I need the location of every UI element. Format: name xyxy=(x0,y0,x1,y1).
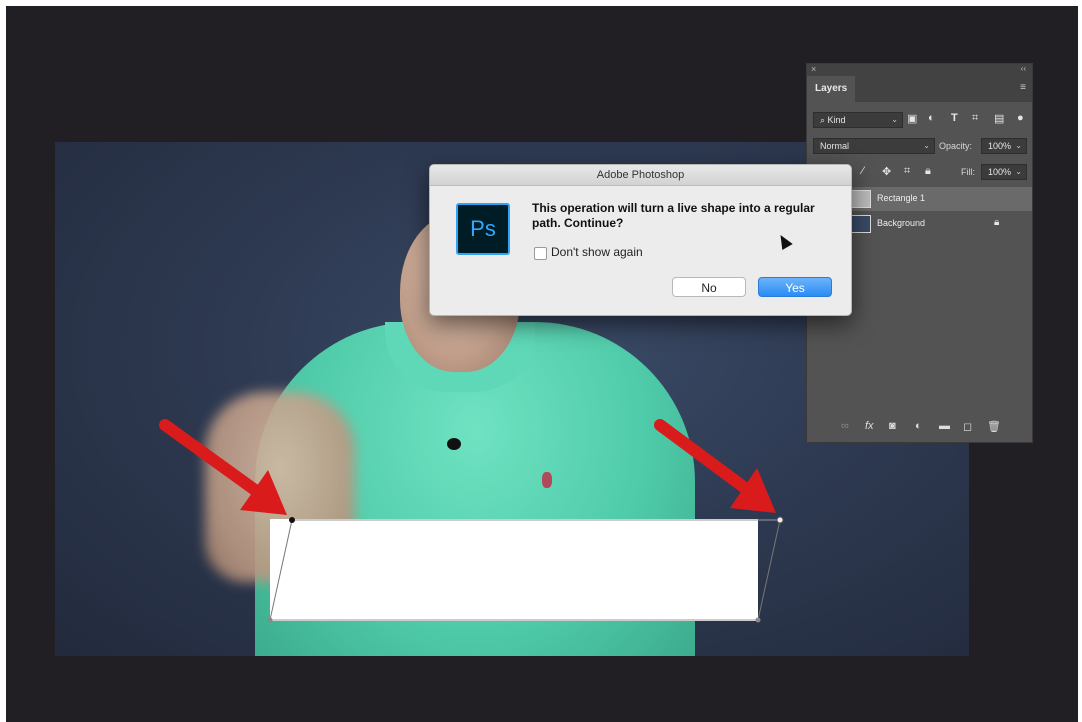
chevron-down-icon: ⌄ xyxy=(1015,167,1022,176)
pixel-filter-icon[interactable]: ▣ xyxy=(907,112,917,125)
anchor-point-top-left[interactable] xyxy=(289,517,295,523)
filter-kind-select[interactable]: ⌕ Kind ⌄ xyxy=(813,112,903,128)
anchor-point-bottom-left[interactable] xyxy=(267,617,273,623)
layer-name: Rectangle 1 xyxy=(877,193,926,203)
new-layer-icon[interactable]: ◻ xyxy=(963,420,972,433)
mask-icon[interactable]: ◙ xyxy=(889,420,896,432)
adjustment-icon[interactable]: ◐ xyxy=(915,420,922,432)
photoshop-app-icon: Ps xyxy=(456,203,510,255)
fill-label: Fill: xyxy=(961,167,975,177)
chevron-down-icon: ⌄ xyxy=(923,141,930,150)
opacity-label: Opacity: xyxy=(939,141,973,151)
link-icon[interactable]: ∞ xyxy=(841,420,849,432)
artboard-lock-icon[interactable]: ⌗ xyxy=(904,165,910,178)
search-icon: ⌕ xyxy=(820,115,828,125)
collapse-icon[interactable]: ‹‹ xyxy=(1021,64,1026,73)
close-icon[interactable]: × xyxy=(811,64,816,74)
dialog-message: This operation will turn a live shape in… xyxy=(532,201,815,230)
chevron-down-icon: ⌄ xyxy=(891,115,898,124)
filter-row: ⌕ Kind ⌄ ▣ ◐ T ⌗ ▤ ● xyxy=(807,108,1032,132)
blend-mode-value: Normal xyxy=(820,141,850,151)
blend-mode-select[interactable]: Normal ⌄ xyxy=(813,138,935,154)
opacity-value: 100% xyxy=(988,141,1012,151)
shirt-logo xyxy=(542,472,552,488)
lock-icon[interactable]: 🔒︎ xyxy=(994,217,999,228)
no-button[interactable]: No xyxy=(672,277,746,297)
panel-tabs: Layers ≡ xyxy=(807,76,1032,102)
brush-lock-icon[interactable]: ⁄ xyxy=(862,165,864,177)
dont-show-again-label[interactable]: Don't show again xyxy=(551,245,643,259)
anchor-point-bottom-right[interactable] xyxy=(755,617,761,623)
yes-button[interactable]: Yes xyxy=(758,277,832,297)
dont-show-again-checkbox[interactable] xyxy=(534,247,547,260)
folder-icon[interactable]: ▬ xyxy=(939,420,950,432)
adjustment-filter-icon[interactable]: ◐ xyxy=(928,112,935,124)
tab-layers[interactable]: Layers xyxy=(807,76,855,102)
type-filter-icon[interactable]: T xyxy=(951,112,958,124)
chevron-down-icon: ⌄ xyxy=(1015,141,1022,150)
anchor-point-top-right[interactable] xyxy=(776,516,784,524)
fill-value: 100% xyxy=(988,167,1012,177)
blend-row: Normal ⌄ Opacity: 100% ⌄ xyxy=(807,136,1032,160)
filter-toggle-icon[interactable]: ● xyxy=(1017,112,1024,124)
rectangle-shape[interactable] xyxy=(270,519,758,621)
filter-kind-value: Kind xyxy=(827,115,846,125)
lapel-mic xyxy=(447,438,461,450)
opacity-input[interactable]: 100% ⌄ xyxy=(981,138,1027,154)
smart-object-filter-icon[interactable]: ▤ xyxy=(994,112,1004,125)
panel-menu-icon[interactable]: ≡ xyxy=(1020,82,1026,93)
panel-footer: ∞ fx ◙ ◐ ▬ ◻ 🗑︎ xyxy=(807,414,1032,442)
lock-all-icon[interactable]: 🔒︎ xyxy=(925,165,931,178)
move-lock-icon[interactable]: ✥ xyxy=(882,165,891,178)
shape-filter-icon[interactable]: ⌗ xyxy=(972,112,978,125)
fx-icon[interactable]: fx xyxy=(865,420,874,432)
layer-name: Background xyxy=(877,218,926,228)
panel-topbar: × ‹‹ xyxy=(807,64,1032,76)
dialog-title: Adobe Photoshop xyxy=(430,165,851,186)
image-thumb-icon xyxy=(851,215,871,233)
trash-icon[interactable]: 🗑︎ xyxy=(987,420,1001,433)
shape-thumb-icon xyxy=(851,190,871,208)
fill-input[interactable]: 100% ⌄ xyxy=(981,164,1027,180)
